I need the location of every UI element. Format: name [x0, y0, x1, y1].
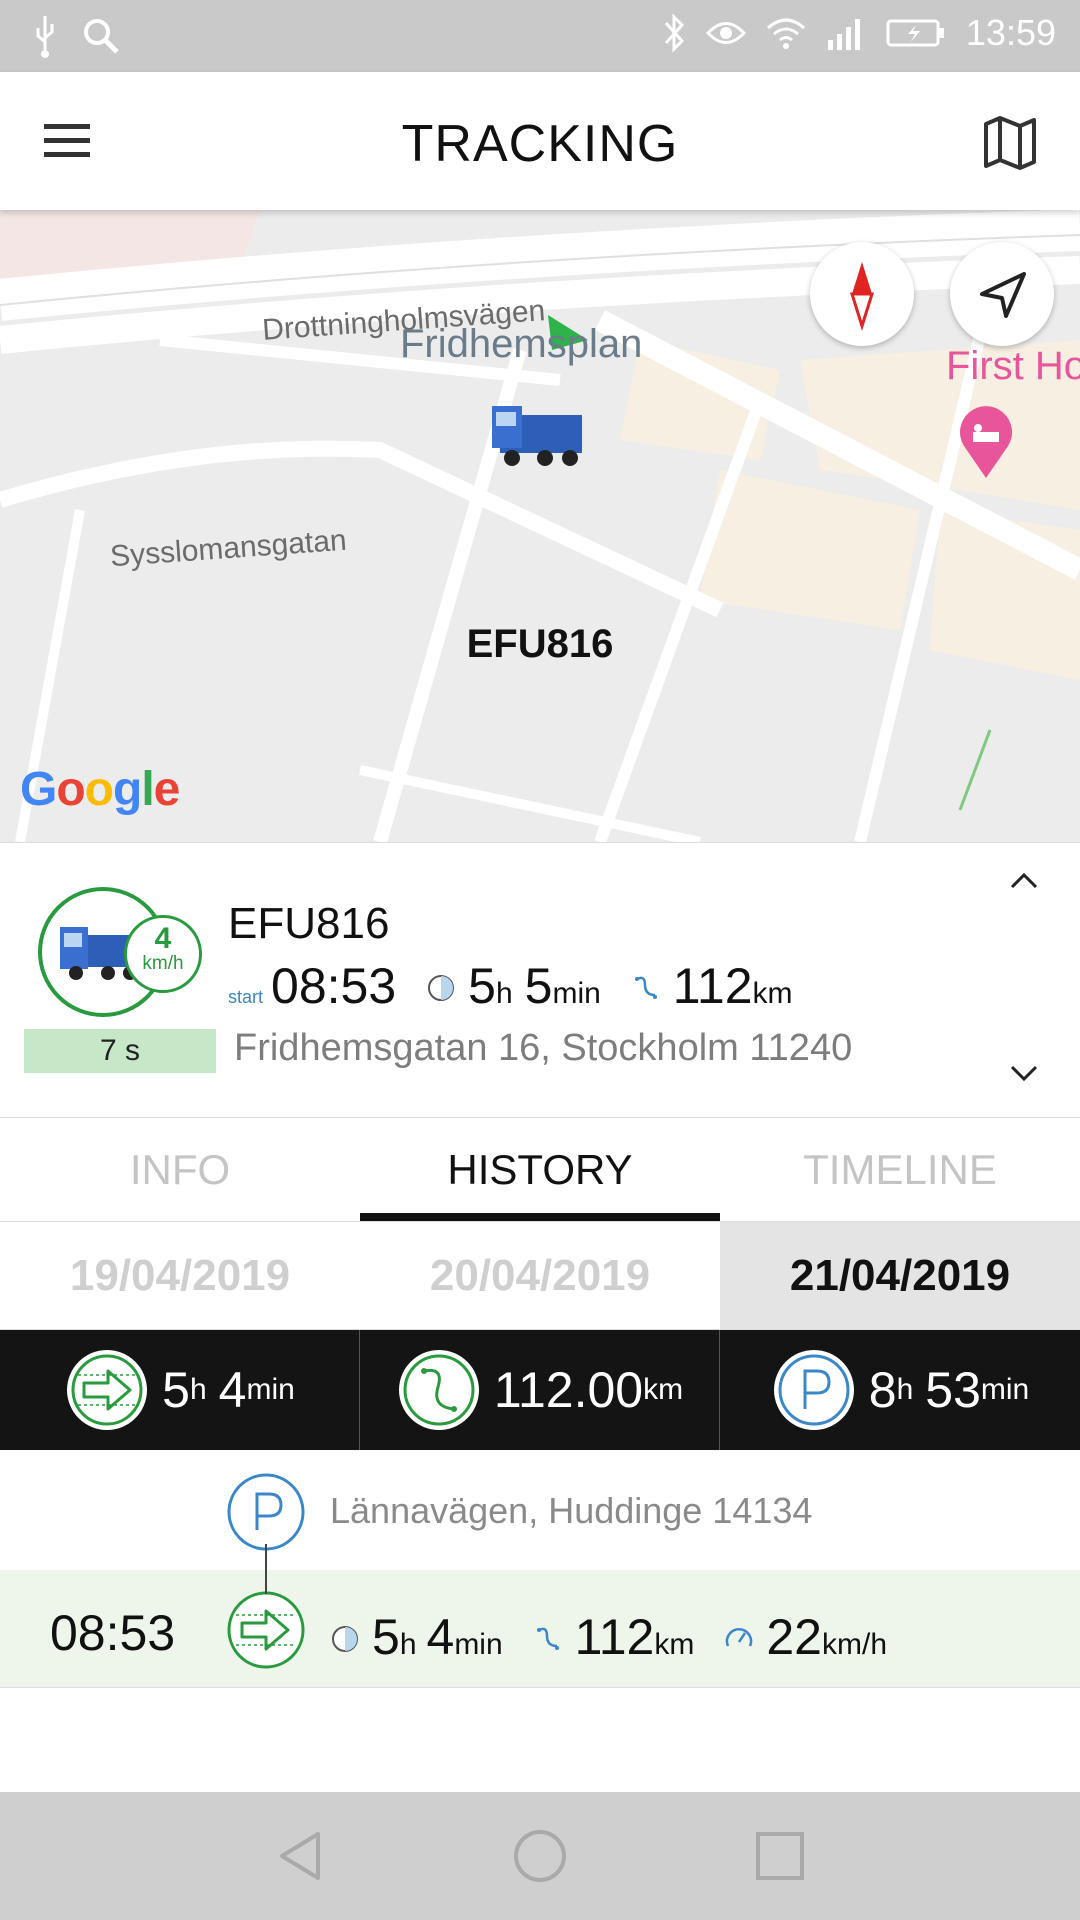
usb-icon	[36, 16, 54, 58]
start-label: start	[228, 987, 264, 1007]
summary-parking-hours: 8	[868, 1362, 897, 1418]
app-bar: TRACKING	[0, 72, 1080, 210]
trip-stats: 5h 4 min 112 km 22 km/h	[330, 1608, 887, 1666]
summary-parking-hours-unit: h	[896, 1373, 914, 1406]
history-summary: 5h 4 min 112.00 km 8h 53 min	[0, 1330, 1080, 1450]
trip-start-time: 08:53	[50, 1605, 176, 1661]
compass-button[interactable]	[810, 242, 914, 346]
summary-drive-minutes-unit: min	[246, 1373, 295, 1406]
date-option[interactable]: 20/04/2019	[360, 1222, 720, 1329]
vehicle-stats: start 08:53 5h 5 min 112 km	[228, 957, 793, 1015]
summary-parking-minutes-unit: min	[980, 1373, 1030, 1406]
last-update-chip: 7 s	[24, 1029, 216, 1073]
speed-badge: 4 km/h	[124, 915, 202, 993]
route-icon	[398, 1350, 479, 1430]
distance-value: 112	[672, 958, 753, 1014]
summary-distance-value: 112.00	[493, 1362, 644, 1418]
search-icon	[84, 19, 119, 54]
summary-distance: 112.00 km	[360, 1330, 720, 1450]
trip-speed: 22	[766, 1609, 822, 1665]
eye-icon	[705, 22, 746, 44]
wifi-icon	[766, 18, 805, 49]
map-hotel-label: First Ho	[946, 344, 1080, 388]
map-view[interactable]: Drottningholmsvägen Fridhemsplan Sysslom…	[0, 210, 1080, 842]
date-selector: 19/04/2019 20/04/2019 21/04/2019	[0, 1222, 1080, 1330]
duration-hours: 5	[468, 958, 496, 1014]
bluetooth-icon	[664, 13, 684, 53]
route-icon	[634, 976, 657, 999]
vehicle-card[interactable]: 4 km/h 7 s EFU816 start 08:53 5h 5 min 11…	[0, 842, 1080, 1118]
drive-arrow-icon	[67, 1350, 148, 1430]
summary-parking-time: 8h 53 min	[720, 1330, 1080, 1450]
system-nav-bar	[0, 1792, 1080, 1920]
map-place-label: Fridhemsplan	[400, 322, 643, 366]
drive-arrow-icon	[227, 1591, 305, 1669]
map-vehicle-label: EFU816	[466, 622, 614, 666]
trip-duration-hours-unit: h	[399, 1628, 417, 1661]
vehicle-name: EFU816	[228, 899, 390, 948]
tab-bar: INFO HISTORY TIMELINE	[0, 1118, 1080, 1222]
tab-timeline[interactable]: TIMELINE	[720, 1118, 1080, 1221]
speed-unit: km/h	[142, 953, 184, 974]
recents-icon[interactable]	[752, 1828, 808, 1884]
compass-icon	[849, 262, 875, 332]
trip-distance: 112	[574, 1609, 655, 1665]
route-icon	[536, 1627, 559, 1650]
stop-address: Lännavägen, Huddinge 14134	[330, 1490, 813, 1531]
summary-parking-minutes: 53	[925, 1362, 981, 1418]
trip-duration-hours: 5	[372, 1609, 400, 1665]
history-stop-row[interactable]: Lännavägen, Huddinge 14134	[0, 1450, 1080, 1570]
back-icon[interactable]	[270, 1828, 330, 1884]
duration-hours-unit: h	[495, 977, 513, 1010]
clock-icon	[428, 975, 455, 1001]
parking-icon	[227, 1473, 305, 1551]
tab-history[interactable]: HISTORY	[360, 1118, 720, 1221]
page-title: TRACKING	[401, 115, 679, 173]
signal-icon	[827, 19, 860, 50]
hotel-pin-icon[interactable]	[958, 406, 1014, 480]
home-icon[interactable]	[510, 1826, 570, 1886]
parking-icon	[773, 1350, 854, 1430]
map-icon[interactable]	[980, 112, 1040, 172]
duration-minutes-unit: min	[552, 977, 601, 1010]
distance-unit: km	[752, 977, 793, 1010]
status-time: 13:59	[965, 12, 1056, 53]
summary-drive-hours: 5	[162, 1362, 190, 1418]
tab-info[interactable]: INFO	[0, 1118, 360, 1221]
google-logo: Google	[20, 763, 180, 816]
duration-minutes: 5	[524, 958, 553, 1014]
summary-drive-hours-unit: h	[189, 1373, 207, 1406]
my-location-button[interactable]	[950, 242, 1054, 346]
trip-duration-minutes: 4	[426, 1609, 455, 1665]
clock-icon	[332, 1626, 358, 1652]
battery-icon	[886, 19, 944, 47]
trip-duration-minutes-unit: min	[454, 1628, 503, 1661]
date-option[interactable]: 19/04/2019	[0, 1222, 360, 1329]
chevron-down-icon[interactable]	[1004, 1057, 1044, 1087]
chevron-up-icon[interactable]	[1004, 867, 1044, 897]
start-time: 08:53	[271, 958, 397, 1014]
summary-distance-unit: km	[643, 1373, 684, 1406]
timeline-connector	[265, 1544, 267, 1594]
vehicle-address: Fridhemsgatan 16, Stockholm 11240	[234, 1027, 853, 1069]
speed-value: 4	[154, 922, 172, 955]
summary-drive-minutes: 4	[218, 1362, 247, 1418]
navigation-arrow-icon	[980, 272, 1026, 318]
speedometer-icon	[726, 1628, 753, 1647]
status-bar: 13:59	[0, 0, 1080, 72]
trip-speed-unit: km/h	[822, 1628, 888, 1661]
history-trip-row[interactable]: 08:53 5h 4 min 112 km 22 km/h	[0, 1570, 1080, 1688]
summary-drive-time: 5h 4 min	[0, 1330, 360, 1450]
date-option-selected[interactable]: 21/04/2019	[720, 1222, 1080, 1329]
trip-distance-unit: km	[654, 1628, 695, 1661]
